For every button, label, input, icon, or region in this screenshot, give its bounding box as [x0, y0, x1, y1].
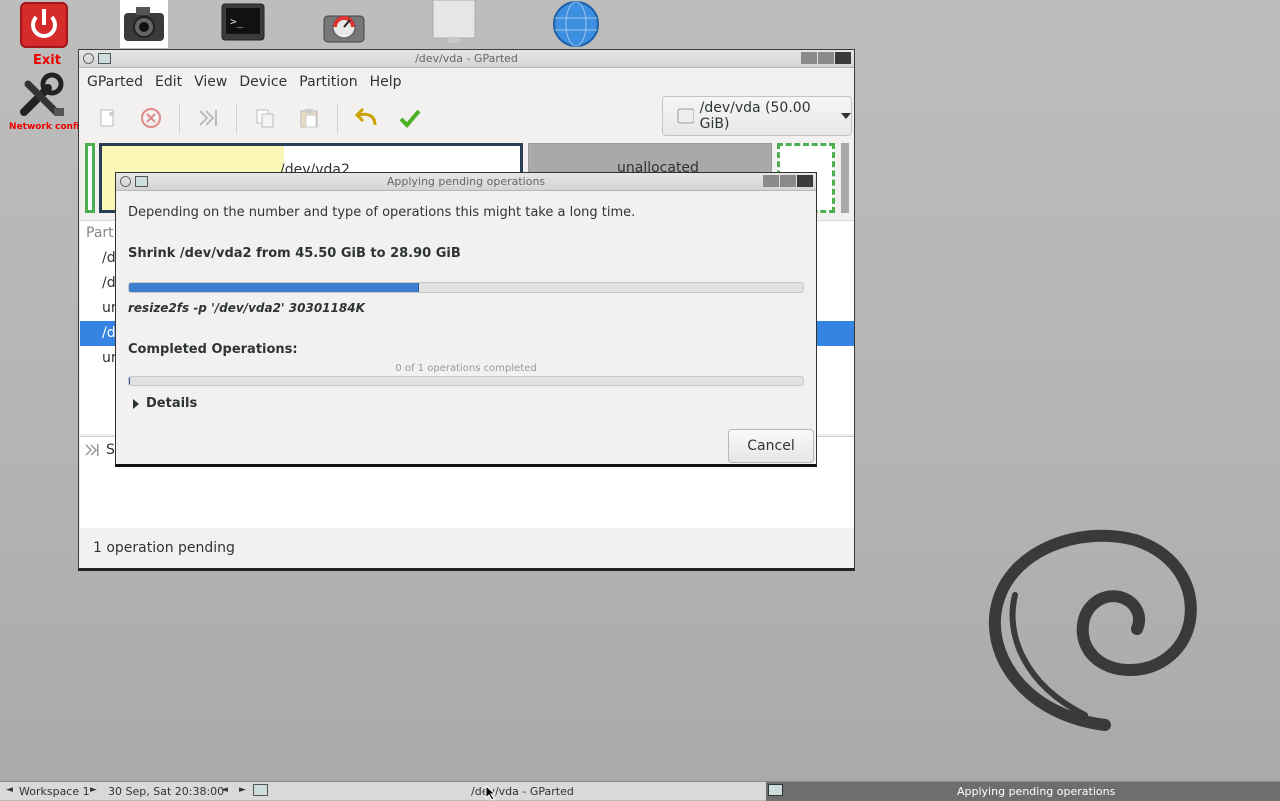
completed-progress-bar	[128, 376, 804, 386]
minimize-button[interactable]	[801, 52, 817, 64]
taskbar: ◄ Workspace 1 ► 30 Sep, Sat 20:38:00 ◄ ►…	[0, 781, 1280, 801]
menu-device[interactable]: Device	[233, 74, 293, 90]
device-selector[interactable]: /dev/vda (50.00 GiB)	[662, 96, 852, 136]
apply-button[interactable]	[394, 102, 426, 134]
completed-text: 0 of 1 operations completed	[395, 363, 537, 374]
clock: 30 Sep, Sat 20:38:00	[108, 785, 225, 798]
resize-move-button[interactable]	[192, 102, 224, 134]
window-menu-icon[interactable]	[83, 53, 94, 64]
menubar: GParted Edit View Device Partition Help	[79, 68, 854, 96]
delete-partition-button[interactable]	[135, 102, 167, 134]
dialog-minimize-button[interactable]	[763, 175, 779, 187]
maximize-button[interactable]	[818, 52, 834, 64]
command-text: resize2fs -p '/dev/vda2' 30301184K	[128, 301, 365, 315]
menu-view[interactable]: View	[188, 74, 233, 90]
disk-icon	[677, 108, 694, 124]
dialog-maximize-button[interactable]	[780, 175, 796, 187]
window-title: /dev/vda - GParted	[415, 52, 518, 65]
exit-icon[interactable]	[20, 2, 68, 48]
paste-icon	[300, 109, 318, 128]
app-icon	[98, 53, 111, 64]
disk-utility-icon[interactable]	[322, 10, 366, 44]
debian-logo	[985, 525, 1200, 735]
dialog-intro: Depending on the number and type of oper…	[128, 205, 636, 220]
dialog-menu-icon[interactable]	[120, 176, 131, 187]
resize-icon	[85, 444, 99, 456]
menu-partition[interactable]: Partition	[293, 74, 363, 90]
task-app-icon	[768, 784, 783, 796]
details-label: Details	[146, 396, 198, 411]
new-partition-button[interactable]	[91, 102, 123, 134]
operation-heading: Shrink /dev/vda2 from 45.50 GiB to 28.90…	[128, 246, 461, 261]
dialog-close-button[interactable]	[797, 175, 813, 187]
undo-button[interactable]	[350, 102, 382, 134]
delete-icon	[141, 108, 161, 128]
operation-progress-fill	[129, 283, 419, 292]
network-config-icon[interactable]	[18, 72, 70, 120]
undo-icon	[354, 107, 377, 126]
workspace-next-icon[interactable]: ►	[90, 785, 97, 795]
svg-text:>_: >_	[230, 15, 244, 28]
dialog-titlebar[interactable]: Applying pending operations	[116, 173, 816, 191]
copy-button[interactable]	[249, 102, 281, 134]
status-text: 1 operation pending	[93, 540, 235, 556]
dialog-app-icon	[135, 176, 148, 187]
chevron-down-icon	[840, 113, 851, 119]
operation-progress-bar	[128, 282, 804, 293]
workspace-prev-icon[interactable]: ◄	[6, 785, 13, 795]
terminal-icon[interactable]: >_	[221, 3, 265, 43]
network-config-label[interactable]: Network confi	[9, 122, 79, 132]
clock-next-icon[interactable]: ►	[239, 785, 246, 795]
apply-dialog: Applying pending operations Depending on…	[115, 172, 817, 467]
globe-icon[interactable]	[551, 0, 601, 48]
workspace-label[interactable]: Workspace 1	[19, 785, 90, 798]
close-button[interactable]	[835, 52, 851, 64]
partition-vda1[interactable]	[85, 143, 95, 213]
dialog-title: Applying pending operations	[386, 175, 546, 188]
exit-label[interactable]: Exit	[33, 53, 61, 68]
window-titlebar[interactable]: /dev/vda - GParted	[79, 50, 854, 68]
expander-arrow-icon	[133, 398, 139, 409]
mouse-cursor-icon	[485, 785, 497, 801]
completed-progress-fill	[129, 377, 130, 385]
menu-edit[interactable]: Edit	[149, 74, 188, 90]
new-document-icon	[100, 109, 114, 127]
menu-gparted[interactable]: GParted	[81, 74, 149, 90]
resize-icon	[199, 110, 217, 126]
completed-heading: Completed Operations:	[128, 342, 298, 357]
task-apply-label: Applying pending operations	[957, 785, 1116, 798]
details-expander[interactable]: Details	[128, 396, 804, 411]
cancel-button[interactable]: Cancel	[728, 429, 814, 463]
device-selector-label: /dev/vda (50.00 GiB)	[699, 100, 811, 132]
partition-map-scroll	[841, 143, 849, 213]
monitor-icon[interactable]	[432, 0, 476, 48]
camera-icon[interactable]	[120, 0, 168, 48]
paste-button[interactable]	[293, 102, 325, 134]
copy-icon	[256, 109, 274, 128]
task-apply-dialog[interactable]: Applying pending operations	[766, 782, 1280, 801]
clock-prev-icon[interactable]: ◄	[221, 785, 228, 795]
checkmark-icon	[399, 109, 421, 128]
taskbar-app-icon	[253, 784, 268, 796]
menu-help[interactable]: Help	[364, 74, 408, 90]
